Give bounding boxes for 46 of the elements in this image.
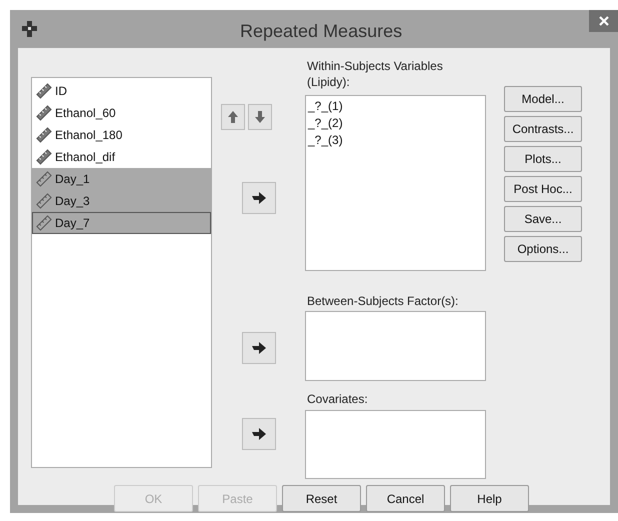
move-right-button[interactable] [242, 418, 276, 450]
right-arrow-icon [252, 192, 266, 204]
variable-item[interactable]: Day_3 [32, 190, 211, 212]
move-up-button[interactable] [221, 104, 245, 130]
dialog-button[interactable]: Reset [282, 485, 361, 512]
dialog-button[interactable]: Post Hoc... [504, 176, 582, 202]
dialog-button[interactable]: Contrasts... [504, 116, 582, 142]
dialog-button[interactable]: Help [450, 485, 529, 512]
move-right-button[interactable] [242, 182, 276, 214]
within-subjects-item[interactable]: _?_(3) [308, 132, 483, 149]
variable-item[interactable]: Ethanol_180 [32, 124, 211, 146]
close-icon [598, 16, 608, 26]
variable-name: Day_3 [55, 193, 90, 210]
right-arrow-icon [252, 428, 266, 440]
between-subjects-label: Between-Subjects Factor(s): [307, 293, 458, 310]
scale-icon [36, 171, 52, 187]
variable-name: Ethanol_60 [55, 105, 116, 122]
variable-item[interactable]: Day_1 [32, 168, 211, 190]
right-arrow-icon [252, 342, 266, 354]
dialog-button[interactable]: Plots... [504, 146, 582, 172]
scale-icon [36, 215, 52, 231]
variable-name: Ethanol_dif [55, 149, 116, 166]
variable-name: Ethanol_180 [55, 127, 122, 144]
within-subjects-label: Within-Subjects Variables (Lipidy): [307, 58, 444, 90]
scale-icon [36, 193, 52, 209]
app-icon [21, 20, 39, 38]
move-right-button[interactable] [242, 332, 276, 364]
variable-item[interactable]: ID [32, 80, 211, 102]
dialog-button[interactable]: Cancel [366, 485, 445, 512]
close-button[interactable] [589, 10, 618, 32]
variable-name: Day_1 [55, 171, 90, 188]
down-arrow-icon [255, 111, 265, 123]
move-down-button[interactable] [248, 104, 272, 130]
covariates-label: Covariates: [307, 391, 368, 408]
up-arrow-icon [228, 111, 238, 123]
dialog-button[interactable]: Save... [504, 206, 582, 232]
within-subjects-item[interactable]: _?_(2) [308, 115, 483, 132]
window-title: Repeated Measures [240, 20, 402, 43]
dialog-button[interactable]: Model... [504, 86, 582, 112]
variable-name: Day_7 [55, 215, 90, 232]
variable-name: ID [55, 83, 67, 100]
variable-item[interactable]: Day_7 [32, 212, 211, 234]
within-subjects-item[interactable]: _?_(1) [308, 98, 483, 115]
dialog-button[interactable]: Options... [504, 236, 582, 262]
variable-item[interactable]: Ethanol_60 [32, 102, 211, 124]
variable-item[interactable]: Ethanol_dif [32, 146, 211, 168]
